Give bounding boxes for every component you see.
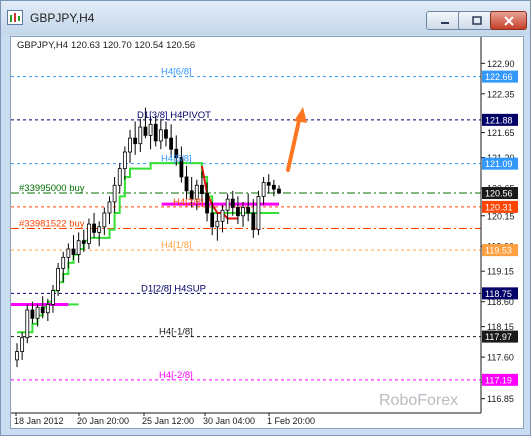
candle <box>261 176 266 205</box>
candle <box>102 207 107 236</box>
level-label: #33981522 buy <box>19 219 85 230</box>
candle <box>87 218 91 250</box>
svg-text:120.56: 120.56 <box>485 189 513 199</box>
chart-app-icon <box>7 10 23 25</box>
svg-text:120.31: 120.31 <box>485 202 513 212</box>
svg-text:122.66: 122.66 <box>485 72 513 82</box>
svg-text:117.97: 117.97 <box>485 332 512 342</box>
price-label: 121.88 <box>482 113 518 126</box>
candle <box>266 174 271 194</box>
y-tick-label: 117.60 <box>487 353 514 363</box>
chart-area[interactable]: H4[6/8] D1[3/8] H4PIVOT H4[5/8] #33995000 b… <box>10 36 524 429</box>
level-label: D1[3/8] H4PIVOT <box>137 110 211 121</box>
svg-text:121.09: 121.09 <box>485 159 513 169</box>
time-axis: 18 Jan 2012 20 Jan 20:00 25 Jan 12:00 30 Ja… <box>11 412 481 426</box>
candle <box>15 343 19 368</box>
candle <box>256 190 261 236</box>
close-icon <box>503 15 514 26</box>
candles <box>15 107 281 368</box>
close-button[interactable] <box>490 11 527 30</box>
candle <box>117 163 122 194</box>
y-tick-label: 122.35 <box>487 89 515 99</box>
candle <box>25 304 30 344</box>
price-label: 117.97 <box>482 330 518 343</box>
price-label: 118.75 <box>482 287 518 300</box>
y-tick-label: 119.15 <box>487 267 514 277</box>
y-tick-label: 116.85 <box>487 394 514 404</box>
candle <box>112 176 117 213</box>
candle <box>158 118 163 150</box>
svg-text:117.19: 117.19 <box>485 375 512 385</box>
watermark: RoboForex <box>379 392 458 409</box>
y-tick-label: 122.90 <box>487 59 515 69</box>
price-label: 117.19 <box>482 373 518 386</box>
x-tick-label: 18 Jan 2012 <box>14 416 64 426</box>
maximize-icon <box>471 15 482 25</box>
chart-symbol: GBPJPY,H4 <box>17 40 68 51</box>
candle <box>122 146 127 180</box>
candle <box>277 185 281 195</box>
candle <box>236 196 240 225</box>
minimize-icon <box>440 21 449 24</box>
candle <box>138 118 143 153</box>
price-label: 120.31 <box>482 200 518 213</box>
candle <box>164 121 168 147</box>
candle <box>184 165 189 200</box>
title-bar[interactable]: GBPJPY,H4 <box>1 1 530 35</box>
price-label: 120.56 <box>482 187 518 200</box>
price-label: 121.09 <box>482 157 518 170</box>
level-label: H4[5/8] <box>161 154 192 165</box>
x-tick-label: 30 Jan 04:00 <box>203 416 255 426</box>
level-label: H4[-2/8] <box>159 370 193 381</box>
candle <box>71 235 76 261</box>
up-arrow-icon <box>286 107 307 172</box>
svg-text:119.53: 119.53 <box>485 246 512 256</box>
x-tick-label: 20 Jan 20:00 <box>77 416 129 426</box>
candle <box>169 124 174 158</box>
candle <box>133 121 138 155</box>
candle <box>107 196 112 225</box>
candle <box>92 212 96 238</box>
candle <box>148 115 153 150</box>
candle <box>66 243 71 269</box>
level-label: H4[-1/8] <box>159 327 193 338</box>
level-label: H4[1/8] <box>161 240 192 251</box>
x-tick-label: 25 Jan 12:00 <box>142 416 194 426</box>
candle <box>241 201 245 227</box>
svg-text:121.88: 121.88 <box>485 115 513 125</box>
x-tick-label: 1 Feb 20:00 <box>267 416 315 426</box>
price-label: 119.53 <box>482 244 518 257</box>
price-chart[interactable]: H4[6/8] D1[3/8] H4PIVOT H4[5/8] #33995000 b… <box>11 37 523 428</box>
price-axis: 122.90122.35121.65121.20120.65120.15119.… <box>480 37 518 413</box>
level-label: H4[6/8] <box>161 67 192 78</box>
candle <box>97 221 102 247</box>
candle <box>246 193 251 222</box>
candle <box>215 212 220 241</box>
price-label: 122.66 <box>482 70 518 83</box>
candle <box>128 129 132 164</box>
level-label: D1[2/8] H4SUP <box>141 283 206 294</box>
chart-window: GBPJPY,H4 H4[6/8] D1[3/8] H4PIVOT H4[5/8] #… <box>0 0 531 436</box>
candle <box>61 251 66 283</box>
level-label: #33995000 buy <box>19 183 85 194</box>
candle <box>271 179 276 197</box>
svg-text:118.75: 118.75 <box>485 289 512 299</box>
candle <box>76 232 81 263</box>
y-tick-label: 121.65 <box>487 128 515 138</box>
candle <box>51 285 55 313</box>
chart-ohlc: 120.63 120.70 120.54 120.56 <box>71 40 195 51</box>
window-title: GBPJPY,H4 <box>30 11 95 25</box>
level-label: H4[2/8] <box>173 197 204 208</box>
